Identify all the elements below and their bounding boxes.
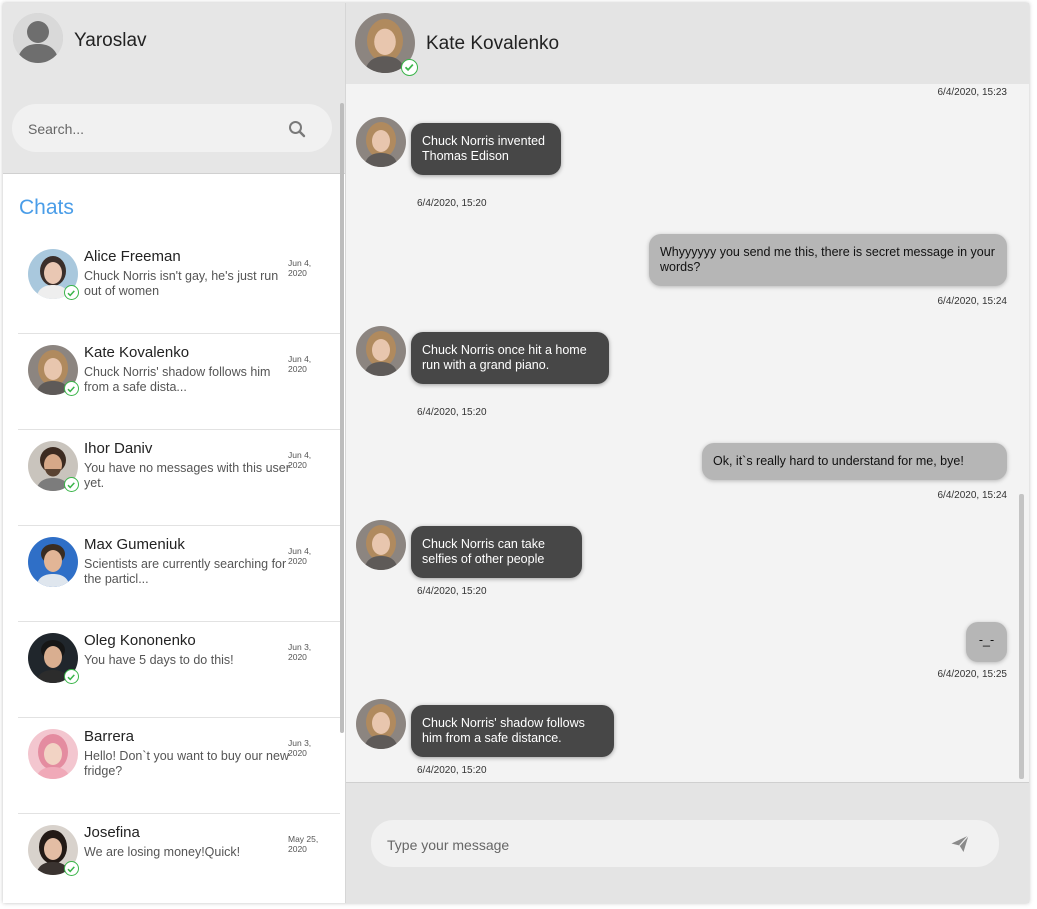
chat-item[interactable]: Oleg Kononenko You have 5 days to do thi…: [18, 622, 340, 718]
chat-preview: We are losing money!Quick!: [84, 845, 241, 859]
contact-name: Kate Kovalenko: [426, 33, 560, 54]
chat-item[interactable]: Josefina We are losing money!Quick! May …: [18, 814, 340, 903]
chat-date: Jun 3, 2020: [288, 642, 312, 662]
messenger-app: Yaroslav Chats: [3, 3, 1029, 903]
chat-date: Jun 3, 2020: [288, 738, 312, 758]
message-timestamp: 6/4/2020, 15:23: [937, 87, 1007, 98]
incoming-message: Chuck Norris' shadow follows him from a …: [411, 705, 614, 757]
chat-preview: Scientists are currently searching for t…: [84, 557, 287, 586]
chat-name: Kate Kovalenko: [84, 344, 190, 361]
message-list: 6/4/2020, 15:23 Chuck Norris invented Th…: [346, 84, 1029, 782]
chat-list-scrollbar[interactable]: [340, 103, 344, 733]
chat-list: Chats Alice Freeman Chuck Norris isn't g…: [3, 174, 340, 903]
chat-date: Jun 4, 2020: [288, 258, 312, 278]
chat-date: Jun 4, 2020: [288, 546, 312, 566]
message-timestamp: 6/4/2020, 15:20: [417, 765, 487, 776]
chat-item[interactable]: Barrera Hello! Don`t you want to buy our…: [18, 718, 340, 814]
user-avatar[interactable]: [13, 13, 63, 63]
message-timestamp: 6/4/2020, 15:20: [417, 198, 487, 209]
search-input[interactable]: [26, 117, 270, 141]
message-input[interactable]: [385, 833, 929, 857]
message-avatar: [356, 699, 406, 749]
incoming-message: Chuck Norris can take selfies of other p…: [411, 526, 582, 578]
incoming-message: Chuck Norris once hit a home run with a …: [411, 332, 609, 384]
conversation-panel: Kate Kovalenko 6/4/2020, 15:23 Chuck Nor…: [346, 3, 1029, 903]
message-timestamp: 6/4/2020, 15:20: [417, 586, 487, 597]
chat-date: Jun 4, 2020: [288, 450, 312, 470]
chat-name: Barrera: [84, 728, 135, 745]
chat-name: Ihor Daniv: [84, 440, 153, 457]
outgoing-message: Ok, it`s really hard to understand for m…: [702, 443, 1007, 480]
avatar: [28, 537, 78, 587]
online-status-icon: [64, 861, 79, 876]
chat-name: Alice Freeman: [84, 248, 181, 265]
message-list-scrollbar[interactable]: [1019, 494, 1024, 779]
sidebar-header: Yaroslav: [3, 3, 345, 174]
message-timestamp: 6/4/2020, 15:24: [937, 296, 1007, 307]
send-icon[interactable]: [950, 834, 970, 854]
online-status-icon: [64, 477, 79, 492]
chat-preview: Chuck Norris isn't gay, he's just run ou…: [84, 269, 279, 298]
message-avatar: [356, 117, 406, 167]
chat-item[interactable]: Alice Freeman Chuck Norris isn't gay, he…: [18, 238, 340, 334]
chat-item[interactable]: Kate Kovalenko Chuck Norris' shadow foll…: [18, 334, 340, 430]
conversation-header: Kate Kovalenko: [346, 3, 1029, 84]
search-box: [12, 104, 332, 152]
avatar: [28, 729, 78, 779]
outgoing-message: -_-: [966, 622, 1007, 662]
online-status-icon: [64, 381, 79, 396]
chat-preview: You have no messages with this user yet.: [84, 461, 290, 490]
chat-date: May 25, 2020: [288, 834, 319, 854]
message-timestamp: 6/4/2020, 15:20: [417, 407, 487, 418]
message-timestamp: 6/4/2020, 15:25: [937, 669, 1007, 680]
outgoing-message: Whyyyyyy you send me this, there is secr…: [649, 234, 1007, 286]
chat-preview: Hello! Don`t you want to buy our new fri…: [84, 749, 289, 778]
chat-name: Oleg Kononenko: [84, 632, 196, 649]
chat-preview: Chuck Norris' shadow follows him from a …: [84, 365, 271, 394]
online-status-icon: [64, 285, 79, 300]
incoming-message: Chuck Norris invented Thomas Edison: [411, 123, 561, 175]
online-status-icon: [64, 669, 79, 684]
chat-preview: You have 5 days to do this!: [84, 653, 234, 667]
online-status-icon: [401, 59, 418, 76]
chat-item[interactable]: Max Gumeniuk Scientists are currently se…: [18, 526, 340, 622]
chat-name: Max Gumeniuk: [84, 536, 185, 553]
message-avatar: [356, 520, 406, 570]
composer-box: [371, 820, 999, 867]
search-icon[interactable]: [288, 120, 306, 138]
message-avatar: [356, 326, 406, 376]
chat-name: Josefina: [84, 824, 140, 841]
message-timestamp: 6/4/2020, 15:24: [937, 490, 1007, 501]
chats-title: Chats: [19, 196, 74, 219]
message-composer: [346, 782, 1029, 903]
chat-date: Jun 4, 2020: [288, 354, 312, 374]
sidebar: Yaroslav Chats: [3, 3, 346, 903]
user-silhouette-icon: [13, 13, 63, 63]
chat-item[interactable]: Ihor Daniv You have no messages with thi…: [18, 430, 340, 526]
user-name: Yaroslav: [74, 30, 147, 51]
